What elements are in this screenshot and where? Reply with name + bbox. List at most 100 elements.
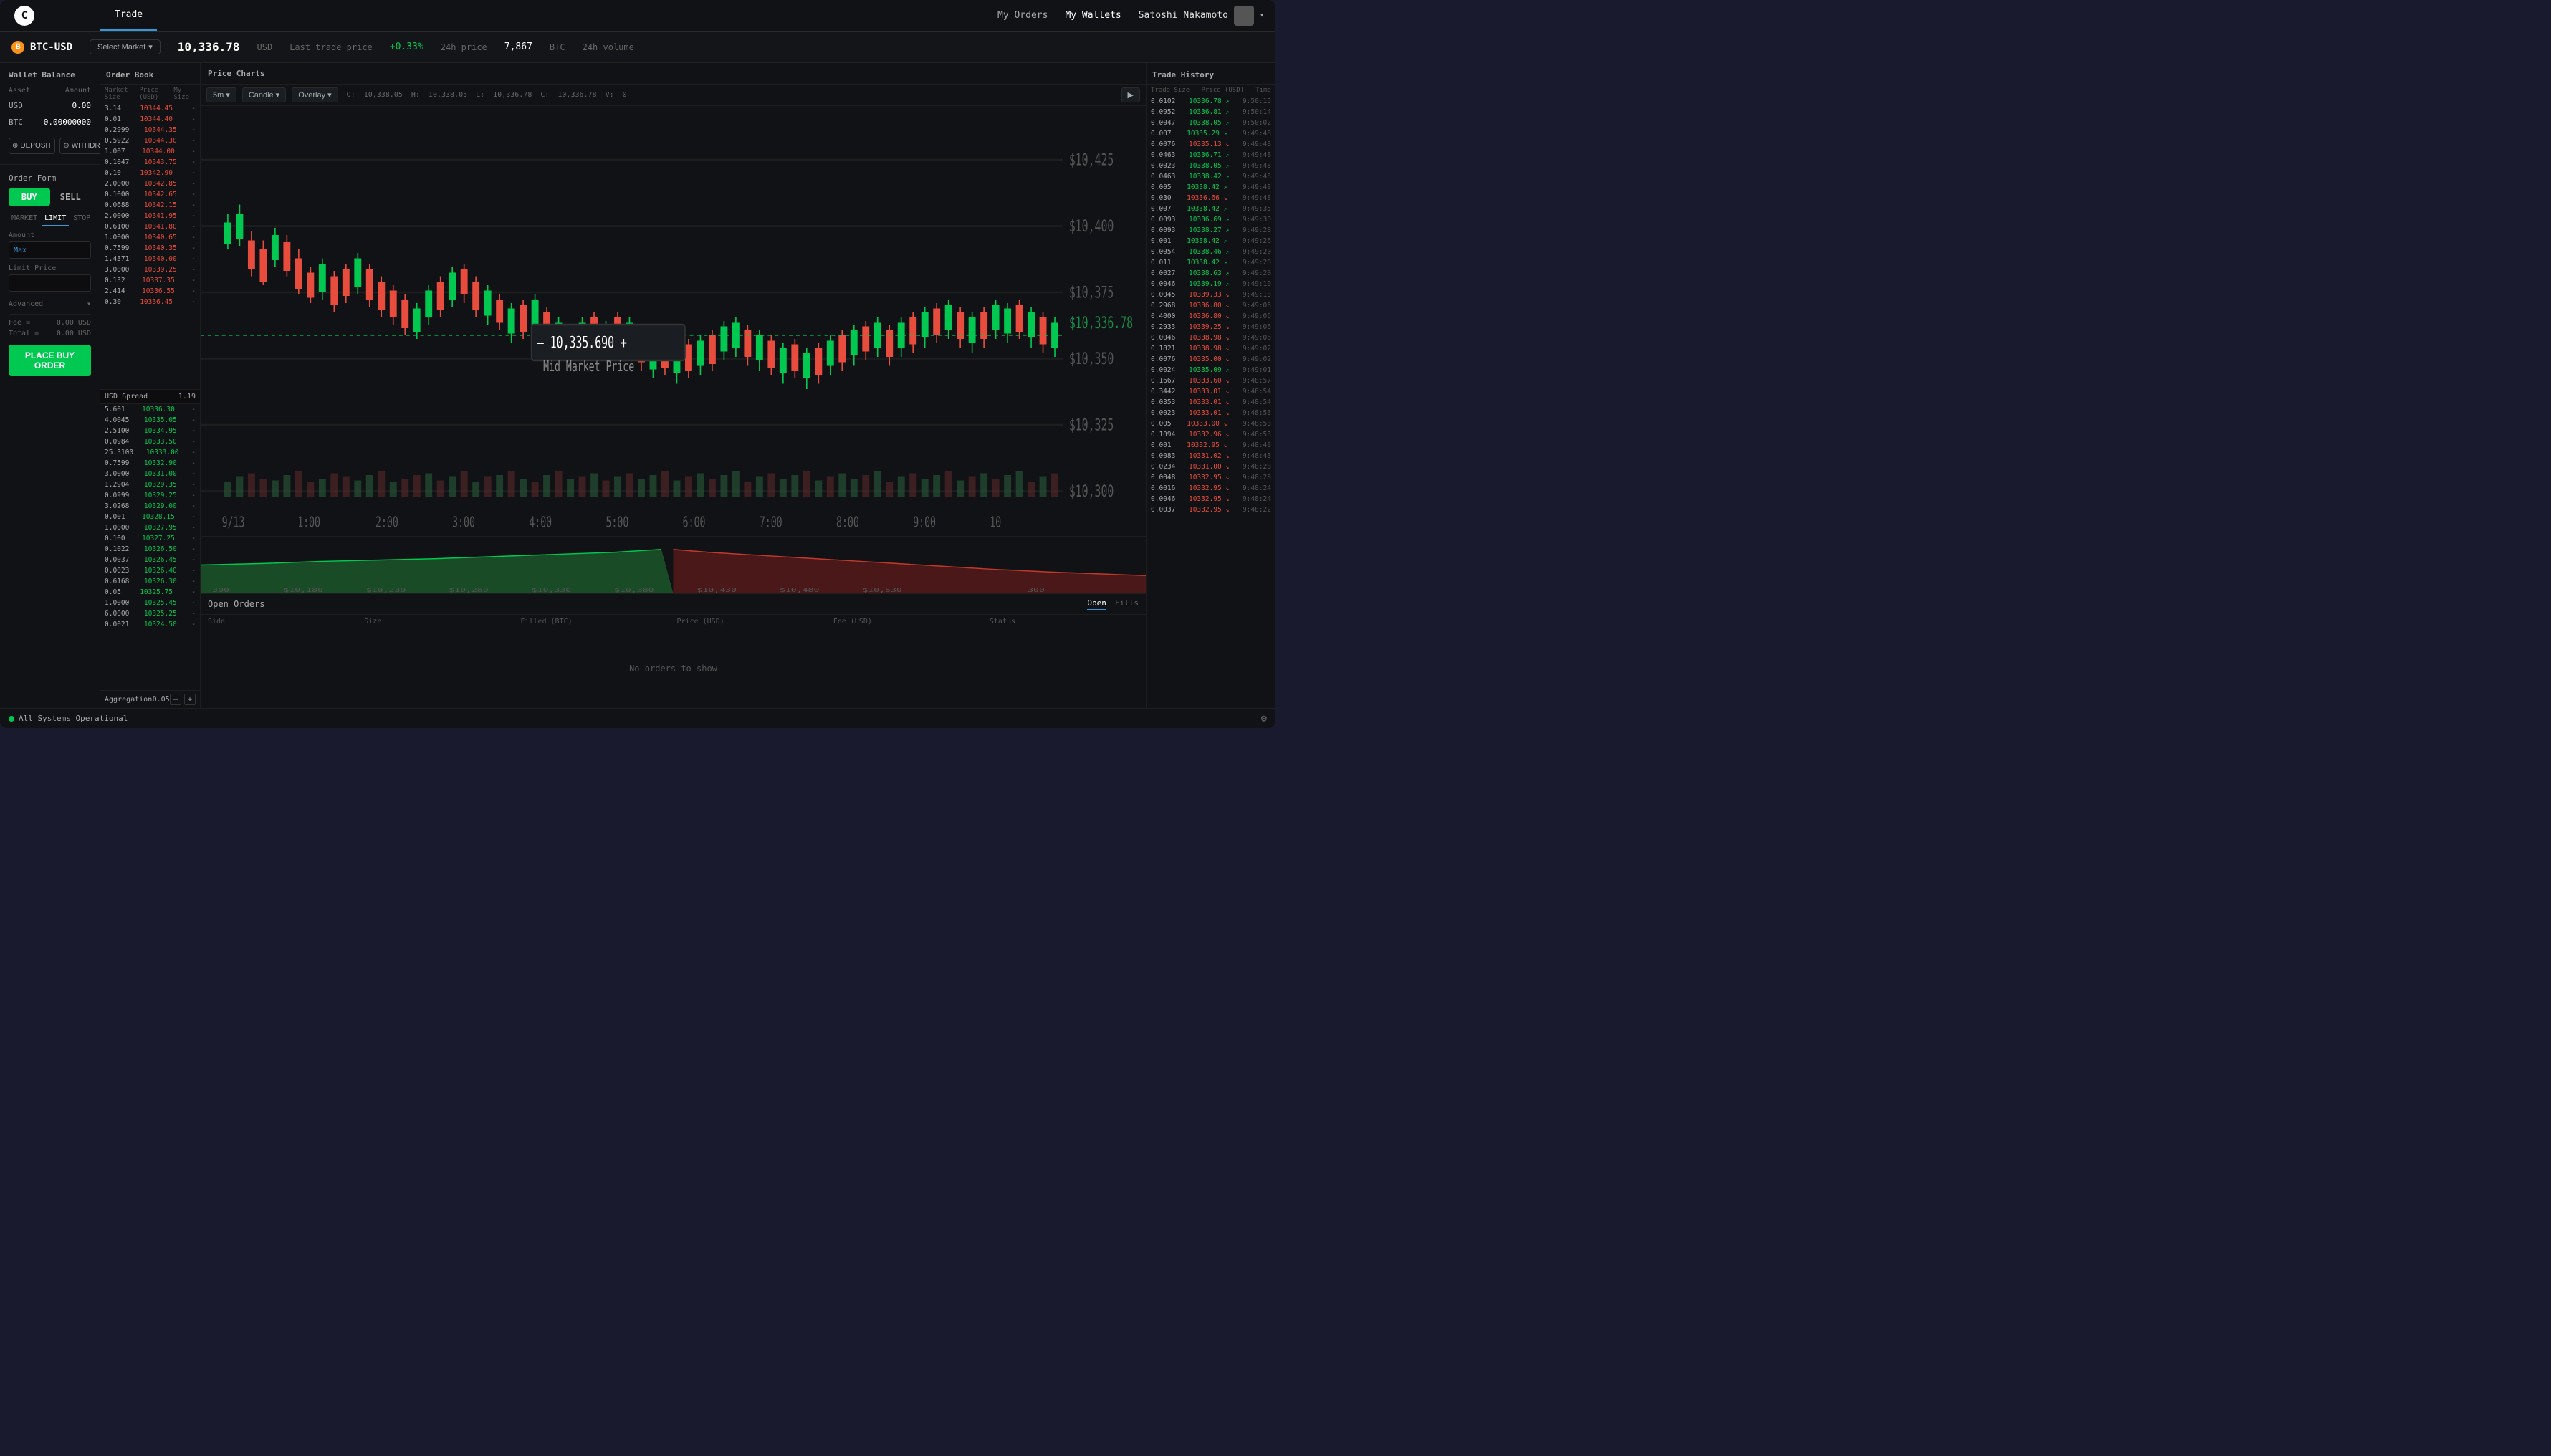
open-orders-tabs: Open Fills xyxy=(1087,598,1139,610)
trade-history-row: 0.004610339.19 ↗9:49:19 xyxy=(1147,279,1276,289)
overlay-selector[interactable]: Overlay ▾ xyxy=(292,87,338,102)
svg-text:$10,480: $10,480 xyxy=(780,587,820,593)
svg-text:$10,530: $10,530 xyxy=(862,587,902,593)
svg-text:5:00: 5:00 xyxy=(606,514,629,531)
oo-col-filled: Filled (BTC) xyxy=(520,618,669,626)
amount-max-link[interactable]: Max xyxy=(9,244,31,257)
place-buy-order-button[interactable]: PLACE BUY ORDER xyxy=(9,345,91,376)
user-menu[interactable]: Satoshi Nakamoto ▾ xyxy=(1139,6,1264,26)
last-price: 10,336.78 xyxy=(178,40,240,54)
aggregation-value: 0.05 xyxy=(153,696,170,704)
svg-text:3:00: 3:00 xyxy=(452,514,475,531)
volume-24h: 7,867 xyxy=(504,42,532,52)
chart-expand-button[interactable]: ▶ xyxy=(1121,87,1140,102)
status-text: All Systems Operational xyxy=(19,714,128,723)
order-book-ask-row: 2.000010342.85- xyxy=(100,178,200,189)
svg-text:4:00: 4:00 xyxy=(529,514,552,531)
oo-col-status: Status xyxy=(990,618,1139,626)
ohlcv-l-value: 10,336.78 xyxy=(493,91,532,99)
fee-row: Fee = 0.00 USD xyxy=(9,317,91,328)
order-book-bid-row: 2.510010334.95- xyxy=(100,426,200,436)
order-book-ask-row: 0.0110344.40- xyxy=(100,114,200,125)
svg-text:2:00: 2:00 xyxy=(375,514,398,531)
order-book-ask-row: 0.3010336.45- xyxy=(100,297,200,307)
trade-history-row: 0.095210336.81 ↗9:50:14 xyxy=(1147,107,1276,118)
limit-order-tab[interactable]: LIMIT xyxy=(42,211,69,226)
trade-history-row: 0.002410335.09 ↗9:49:01 xyxy=(1147,365,1276,375)
trade-history-row: 0.00510338.42 ↗9:49:48 xyxy=(1147,182,1276,193)
order-book-ask-row: 2.41410336.55- xyxy=(100,286,200,297)
fee-label: Fee = xyxy=(9,319,30,327)
order-book-bid-row: 0.759910332.90- xyxy=(100,458,200,469)
trade-history-row: 0.004810332.95 ↘9:48:28 xyxy=(1147,472,1276,483)
order-book-ask-row: 0.299910344.35- xyxy=(100,125,200,135)
ohlcv-o-label: O: xyxy=(347,91,355,99)
chart-type-selector[interactable]: Candle ▾ xyxy=(242,87,286,102)
stop-order-tab[interactable]: STOP xyxy=(70,211,93,226)
order-form-title: Order Form xyxy=(9,173,91,183)
nav-tab-trade[interactable]: Trade xyxy=(100,0,157,31)
ohlcv-h-label: H: xyxy=(411,91,420,99)
select-market-button[interactable]: Select Market ▾ xyxy=(90,39,161,54)
open-orders-column-headers: Side Size Filled (BTC) Price (USD) Fee (… xyxy=(201,615,1146,628)
trade-history-row: 0.182110338.98 ↘9:49:02 xyxy=(1147,343,1276,354)
svg-text:1:00: 1:00 xyxy=(297,514,320,531)
oo-col-size: Size xyxy=(364,618,513,626)
total-label: Total = xyxy=(9,330,39,337)
price-charts-panel: Price Charts 5m ▾ Candle ▾ Overlay ▾ O: … xyxy=(201,63,1147,708)
trade-history-row: 0.010210336.78 ↗9:50:15 xyxy=(1147,96,1276,107)
market-order-tab[interactable]: MARKET xyxy=(9,211,40,226)
trade-history-row: 0.00110332.95 ↘9:48:48 xyxy=(1147,440,1276,451)
deposit-button[interactable]: ⊕ DEPOSIT xyxy=(9,138,55,154)
aggregation-increase-button[interactable]: + xyxy=(184,694,196,705)
amount-input-row: Max BTC xyxy=(9,241,91,259)
advanced-label: Advanced xyxy=(9,300,43,308)
nav-my-orders[interactable]: My Orders xyxy=(997,10,1048,21)
svg-text:$10,330: $10,330 xyxy=(532,587,572,593)
total-row: Total = 0.00 USD xyxy=(9,328,91,339)
plus-icon: ⊕ xyxy=(12,142,18,150)
sell-tab[interactable]: SELL xyxy=(50,188,92,206)
svg-text:$10,336.78: $10,336.78 xyxy=(1069,314,1133,332)
chevron-down-icon: ▾ xyxy=(148,42,153,52)
th-col-size: Trade Size xyxy=(1151,87,1190,94)
open-orders-tab-fills[interactable]: Fills xyxy=(1115,598,1139,610)
buy-tab[interactable]: BUY xyxy=(9,188,50,206)
market-pair: ₿ BTC-USD xyxy=(11,41,72,54)
ohlcv-v-value: 0 xyxy=(623,91,627,99)
spread-label: USD Spread xyxy=(105,393,148,401)
open-orders-panel: Open Orders Open Fills Side Size Filled … xyxy=(201,593,1146,708)
last-price-unit: USD xyxy=(257,42,273,52)
trade-history-row: 0.00710335.29 ↗9:49:48 xyxy=(1147,128,1276,139)
order-form: Order Form BUY SELL MARKET LIMIT STOP Am… xyxy=(0,168,100,382)
trade-history-row: 0.00110338.42 ↗9:49:26 xyxy=(1147,236,1276,246)
order-book-bid-row: 1.290410329.35- xyxy=(100,479,200,490)
timeframe-selector[interactable]: 5m ▾ xyxy=(206,87,236,102)
aggregation-decrease-button[interactable]: − xyxy=(170,694,181,705)
advanced-toggle[interactable]: Advanced ▾ xyxy=(9,297,91,311)
trade-history-rows: 0.010210336.78 ↗9:50:150.095210336.81 ↗9… xyxy=(1147,96,1276,708)
svg-text:$10,325: $10,325 xyxy=(1069,416,1114,434)
ob-col-my-size: My Size xyxy=(173,87,196,101)
order-book-ask-row: 3.1410344.45- xyxy=(100,103,200,114)
ohlcv-c-label: C: xyxy=(540,91,549,99)
svg-text:$10,180: $10,180 xyxy=(283,587,323,593)
trade-history-row: 0.166710333.60 ↘9:48:57 xyxy=(1147,375,1276,386)
svg-text:9/13: 9/13 xyxy=(222,514,245,531)
settings-icon[interactable]: ⚙ xyxy=(1261,713,1267,724)
market-bar: ₿ BTC-USD Select Market ▾ 10,336.78 USD … xyxy=(0,32,1276,63)
wallet-row-btc: BTC 0.00000000 xyxy=(0,114,100,130)
nav-right: My Orders My Wallets Satoshi Nakamoto ▾ xyxy=(997,6,1276,26)
ohlcv-display: O: 10,338.05 H: 10,338.05 L: 10,336.78 C… xyxy=(344,91,1116,99)
user-name: Satoshi Nakamoto xyxy=(1139,10,1228,21)
open-orders-tab-open[interactable]: Open xyxy=(1087,598,1106,610)
svg-text:10: 10 xyxy=(990,514,1001,531)
divider xyxy=(9,314,91,315)
user-avatar xyxy=(1234,6,1254,26)
candlestick-chart-svg: $10,425 $10,400 $10,375 $10,336.78 $10,3… xyxy=(201,106,1146,536)
order-book-ask-row: 1.00710344.00- xyxy=(100,146,200,157)
trade-history-row: 0.003710332.95 ↘9:48:22 xyxy=(1147,504,1276,515)
wallet-currency-btc: BTC xyxy=(9,118,23,127)
app-logo[interactable]: C xyxy=(14,6,34,26)
nav-my-wallets[interactable]: My Wallets xyxy=(1065,10,1121,21)
